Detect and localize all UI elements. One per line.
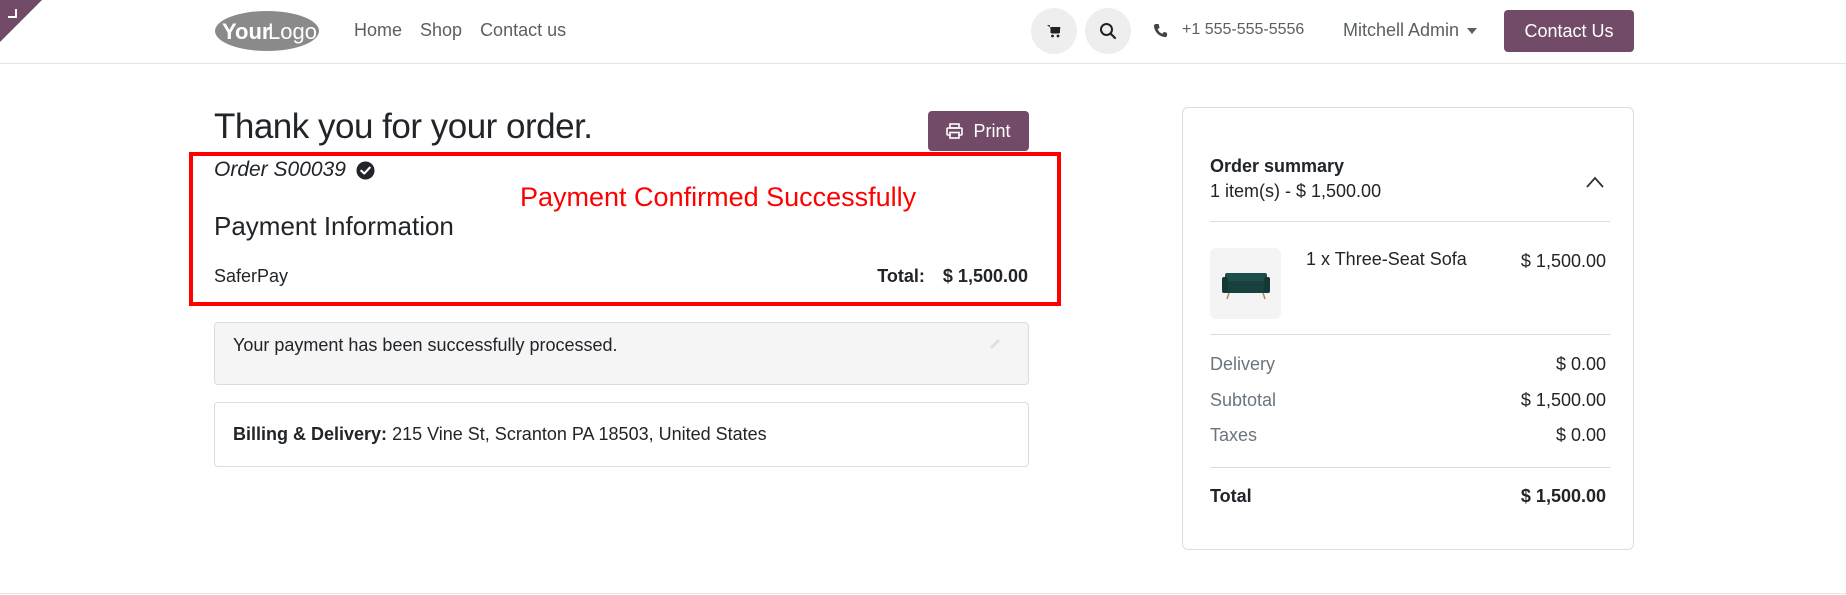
contact-us-button[interactable]: Contact Us — [1504, 10, 1634, 52]
user-menu[interactable]: Mitchell Admin — [1343, 20, 1478, 41]
chevron-down-icon — [1467, 27, 1478, 34]
printer-icon — [946, 123, 964, 139]
print-button[interactable]: Print — [928, 111, 1029, 151]
summary-title: Order summary — [1210, 156, 1345, 176]
taxes-label: Taxes — [1210, 425, 1258, 445]
payment-heading: Payment Information — [214, 211, 454, 241]
cart-button[interactable] — [1031, 8, 1077, 54]
phone-number: +1 555-555-5556 — [1182, 21, 1305, 38]
search-icon — [1100, 23, 1117, 40]
subtotal-label: Subtotal — [1210, 390, 1277, 410]
summary-divider — [1210, 334, 1610, 335]
logo-text-light: Logo — [268, 19, 317, 44]
check-circle-icon — [356, 160, 375, 180]
item-name: 1 x Three-Seat Sofa — [1306, 249, 1467, 269]
billing-label: Billing & Delivery: — [233, 424, 388, 444]
total-label: Total — [1210, 486, 1252, 506]
payment-method: SaferPay — [214, 266, 289, 286]
alert-text: Your payment has been successfully proce… — [233, 335, 618, 355]
logo[interactable]: Your Logo — [214, 10, 320, 52]
billing-address: 215 Vine St, Scranton PA 18503, United S… — [392, 424, 767, 444]
edit-icon[interactable] — [988, 337, 1002, 351]
nav-shop[interactable]: Shop — [420, 20, 462, 41]
footer-divider — [0, 593, 1846, 594]
total-value: $ 1,500.00 — [1520, 486, 1606, 506]
delivery-value: $ 0.00 — [1555, 354, 1606, 374]
phone-icon — [1153, 23, 1168, 37]
top-navbar: Your Logo Home Shop Contact us +1 555-55… — [0, 0, 1846, 64]
user-name: Mitchell Admin — [1343, 20, 1460, 40]
payment-status-alert: Your payment has been successfully proce… — [214, 322, 1029, 385]
sofa-icon — [1221, 272, 1270, 299]
summary-subtitle: 1 item(s) - $ 1,500.00 — [1210, 181, 1382, 201]
order-label: Order S00039 — [214, 158, 346, 181]
phone-link[interactable]: +1 555-555-5556 — [1153, 21, 1304, 39]
item-price: $ 1,500.00 — [1520, 251, 1606, 271]
billing-delivery-card: Billing & Delivery: 215 Vine St, Scranto… — [214, 402, 1029, 467]
product-image — [1210, 248, 1281, 319]
payment-total-value: $ 1,500.00 — [942, 266, 1028, 286]
cart-icon — [1047, 25, 1061, 38]
chevron-up-icon[interactable] — [1585, 175, 1605, 189]
order-summary-card: Order summary 1 item(s) - $ 1,500.00 1 x… — [1182, 107, 1634, 550]
search-button[interactable] — [1085, 8, 1131, 54]
nav-contact-us[interactable]: Contact us — [480, 20, 566, 41]
annotation-text: Payment Confirmed Successfully — [520, 182, 917, 212]
print-label: Print — [973, 120, 1011, 141]
page-title: Thank you for your order. — [214, 107, 593, 146]
subtotal-value: $ 1,500.00 — [1520, 390, 1606, 410]
taxes-value: $ 0.00 — [1555, 425, 1606, 445]
nav-home[interactable]: Home — [354, 20, 402, 41]
main-nav: Home Shop Contact us — [354, 20, 566, 41]
order-reference: Order S00039 — [214, 158, 375, 182]
summary-divider — [1210, 221, 1610, 222]
summary-divider — [1210, 467, 1610, 468]
payment-total: Total: $ 1,500.00 — [877, 266, 1028, 287]
logo-text-bold: Your — [222, 19, 271, 44]
delivery-label: Delivery — [1210, 354, 1276, 374]
payment-total-label: Total: — [877, 266, 925, 286]
